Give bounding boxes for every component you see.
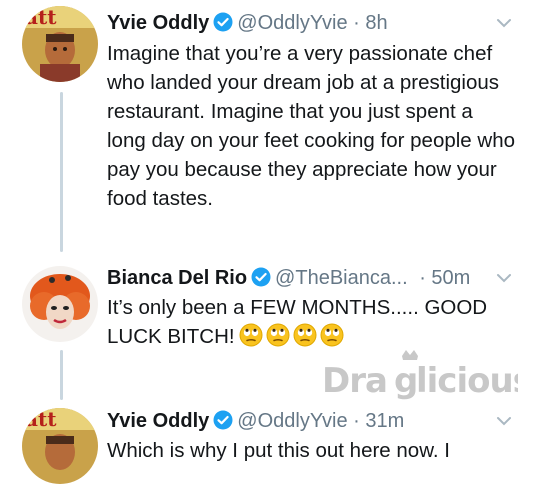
chevron-down-icon[interactable] xyxy=(496,413,512,429)
timestamp[interactable]: 8h xyxy=(365,12,387,34)
display-name[interactable]: Yvie Oddly xyxy=(107,12,209,34)
display-name[interactable]: Yvie Oddly xyxy=(107,410,209,432)
chevron-down-icon[interactable] xyxy=(496,270,512,286)
display-name[interactable]: Bianca Del Rio xyxy=(107,267,247,289)
tweet-header: Yvie Oddly @OddlyYvie · 8h xyxy=(107,11,388,38)
tweet-1[interactable]: att Yvie Oddly @OddlyYvie · 8h Imagine t… xyxy=(0,0,534,250)
verified-badge-icon xyxy=(213,12,233,38)
tweet-header: Yvie Oddly @OddlyYvie · 31m xyxy=(107,409,404,436)
svg-text:att: att xyxy=(25,408,57,431)
svg-text:att: att xyxy=(25,6,57,29)
svg-text:licious: licious xyxy=(416,361,518,401)
timestamp[interactable]: 50m xyxy=(431,267,470,289)
tweet-text: Imagine that you’re a very passionate ch… xyxy=(107,42,515,210)
eye-roll-emoji-icon xyxy=(293,323,317,355)
separator-dot: · xyxy=(413,267,432,289)
avatar[interactable] xyxy=(22,266,98,342)
separator-dot: · xyxy=(347,12,366,34)
draglicious-watermark-logo: Dra g licious xyxy=(322,350,533,402)
eye-roll-emoji-icon xyxy=(266,323,290,355)
user-handle[interactable]: @OddlyYvie xyxy=(237,410,347,432)
tweet-text: Which is why I put this out here now. I xyxy=(107,439,450,462)
tweet-2[interactable]: Bianca Del Rio @TheBianca... · 50m It’s … xyxy=(0,258,534,358)
tweet-3[interactable]: att Yvie Oddly @OddlyYvie · 31m Which is… xyxy=(0,400,534,484)
eye-roll-emoji-icon xyxy=(239,323,263,355)
user-handle[interactable]: @OddlyYvie xyxy=(237,12,347,34)
timestamp[interactable]: 31m xyxy=(365,410,404,432)
user-handle[interactable]: @TheBianca... xyxy=(275,267,408,289)
avatar[interactable]: att xyxy=(22,408,98,484)
separator-dot: · xyxy=(347,410,366,432)
avatar[interactable]: att xyxy=(22,6,98,82)
verified-badge-icon xyxy=(213,410,233,436)
tweet-text-container: It’s only been a FEW MONTHS..... GOOD LU… xyxy=(107,293,517,355)
tweet-header: Bianca Del Rio @TheBianca... · 50m xyxy=(107,266,470,293)
chevron-down-icon[interactable] xyxy=(496,15,512,31)
svg-text:g: g xyxy=(394,361,417,401)
verified-badge-icon xyxy=(251,267,271,293)
svg-text:Dra: Dra xyxy=(322,361,387,401)
